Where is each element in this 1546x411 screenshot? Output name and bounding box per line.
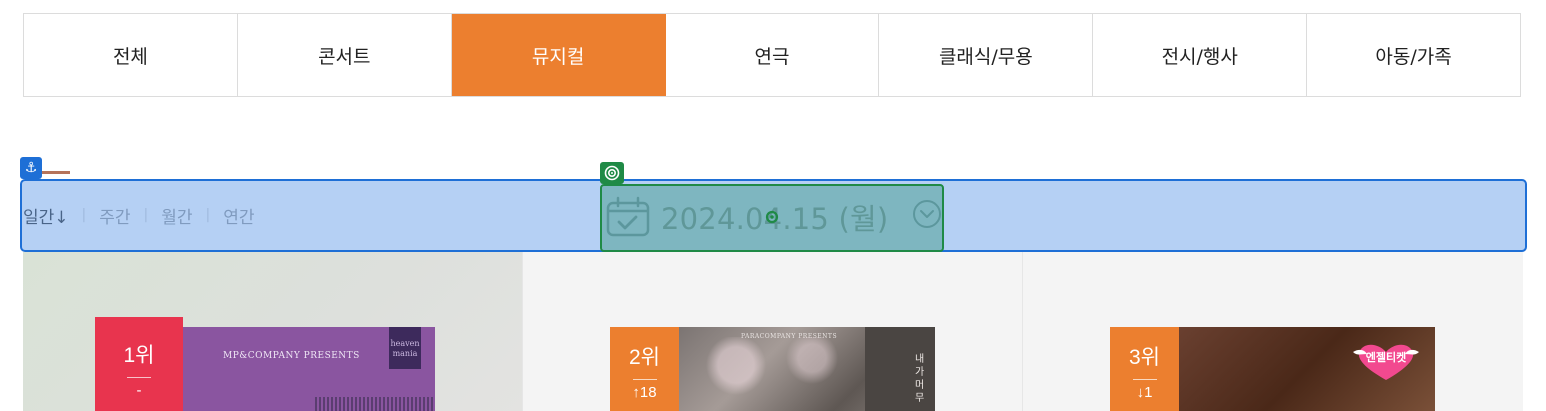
- tab-concert[interactable]: 콘서트: [238, 14, 452, 96]
- anchor-icon: ⚓: [20, 157, 42, 179]
- tab-all[interactable]: 전체: [24, 14, 238, 96]
- period-monthly[interactable]: 월간: [161, 203, 192, 228]
- rank-number: 3위: [1129, 346, 1160, 369]
- period-yearly[interactable]: 연간: [223, 203, 254, 228]
- poster-presenter-text: MP&COMPANY PRESENTS: [223, 351, 360, 361]
- poster-logo: heaven mania: [389, 327, 421, 369]
- heart-badge: 엔젤티켓: [1351, 342, 1421, 380]
- period-selector: 일간↓ | 주간 | 월간 | 연간: [23, 170, 623, 248]
- rank-badge: 2위 ↑18: [610, 327, 679, 411]
- category-tabs: 전체 콘서트 뮤지컬 연극 클래식/무용 전시/행사 아동/가족: [23, 13, 1521, 97]
- period-weekly[interactable]: 주간: [99, 203, 130, 228]
- heart-label: 엔젤티켓: [1365, 351, 1407, 364]
- calendar-check-icon: [606, 196, 650, 237]
- rank-number: 2위: [629, 346, 660, 369]
- poster-image[interactable]: PARACOMPANY PRESENTS 내가 머무: [679, 327, 935, 411]
- tab-exhibition-event[interactable]: 전시/행사: [1093, 14, 1308, 96]
- poster-image[interactable]: 엔젤티켓: [1179, 327, 1435, 411]
- rank-change: ↓1: [1136, 384, 1153, 401]
- tab-musical[interactable]: 뮤지컬: [451, 14, 666, 96]
- poster-vertical-text: 내가 머무: [915, 354, 925, 404]
- poster-blossom: [679, 337, 869, 407]
- rank-badge: 1위 -: [95, 317, 183, 411]
- target-icon: [600, 162, 624, 184]
- click-point-icon: [765, 210, 779, 224]
- ranking-card-1[interactable]: MP&COMPANY PRESENTS heaven mania 1위 -: [23, 252, 523, 411]
- poster-image[interactable]: MP&COMPANY PRESENTS heaven mania: [183, 327, 435, 411]
- chevron-down-circle-icon[interactable]: [912, 199, 942, 229]
- period-separator: |: [205, 207, 211, 223]
- tab-theater[interactable]: 연극: [666, 14, 880, 96]
- rank-badge: 3위 ↓1: [1110, 327, 1179, 411]
- rank-change: ↑18: [632, 384, 657, 401]
- ranking-card-2[interactable]: PARACOMPANY PRESENTS 내가 머무 2위 ↑18: [523, 252, 1023, 411]
- ranking-list: MP&COMPANY PRESENTS heaven mania 1위 - PA…: [23, 252, 1523, 411]
- period-separator: |: [81, 207, 87, 223]
- tab-classic-dance[interactable]: 클래식/무용: [879, 14, 1094, 96]
- tab-kids-family[interactable]: 아동/가족: [1307, 14, 1520, 96]
- poster-halftone: [315, 397, 435, 411]
- rank-change: -: [136, 382, 142, 399]
- ranking-card-3[interactable]: 엔젤티켓 3위 ↓1: [1023, 252, 1523, 411]
- period-separator: |: [143, 207, 149, 223]
- rank-number: 1위: [123, 344, 155, 367]
- period-daily[interactable]: 일간↓: [23, 170, 70, 228]
